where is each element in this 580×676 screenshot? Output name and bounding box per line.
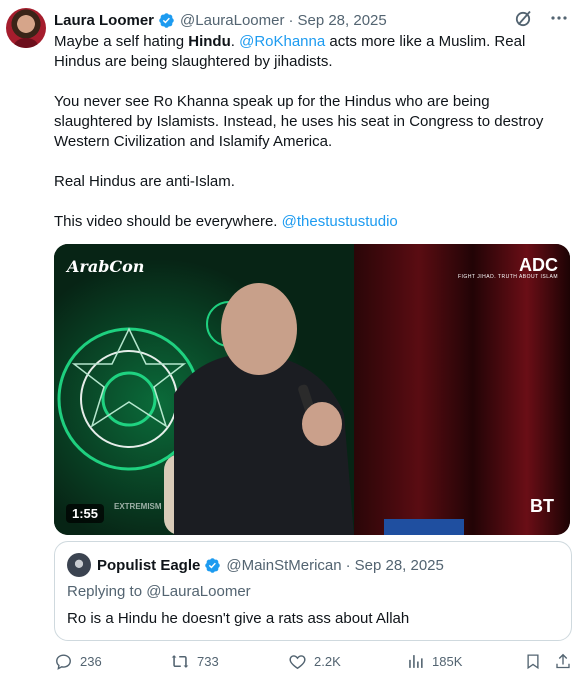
- channel-logo: BT: [530, 496, 554, 516]
- quote-avatar: [67, 553, 91, 577]
- verified-badge-icon: [159, 12, 174, 28]
- quoted-tweet[interactable]: Populist Eagle @MainStMerican · Sep 28, …: [54, 541, 572, 641]
- top-actions: [514, 8, 568, 28]
- author-handle[interactable]: @LauraLoomer: [180, 12, 284, 29]
- separator-dot: ·: [345, 556, 351, 574]
- tweet-paragraph: Maybe a self hating Hindu. @RoKhanna act…: [54, 32, 564, 72]
- adc-logo: ADC FIGHT JIHAD. TRUTH ABOUT ISLAM: [458, 256, 558, 280]
- adc-logo-subtitle: FIGHT JIHAD. TRUTH ABOUT ISLAM: [457, 274, 558, 280]
- grok-icon[interactable]: [514, 8, 534, 28]
- verified-badge-icon: [205, 557, 221, 573]
- text-run: .: [230, 33, 240, 50]
- tweet-paragraph: Real Hindus are anti-Islam.: [54, 173, 235, 190]
- replying-to: Replying to @LauraLoomer: [67, 583, 251, 600]
- tweet-header: Laura Loomer @LauraLoomer · Sep 28, 2025: [54, 10, 387, 30]
- event-logo: ArabCon: [67, 257, 145, 276]
- tweet-paragraph: This video should be everywhere. @thestu…: [54, 212, 564, 232]
- reply-icon: [56, 654, 71, 670]
- quote-header: Populist Eagle @MainStMerican · Sep 28, …: [67, 553, 444, 577]
- hashtag-bold: Hindu: [188, 33, 231, 50]
- share-button[interactable]: [554, 652, 572, 671]
- reply-button[interactable]: 236: [54, 652, 102, 671]
- text-run: Maybe a self hating: [54, 33, 189, 50]
- tweet-paragraph: You never see Ro Khanna speak up for the…: [54, 93, 544, 150]
- author-name[interactable]: Laura Loomer: [54, 12, 154, 29]
- views-button[interactable]: 185K: [406, 652, 462, 671]
- views-icon: [409, 655, 423, 668]
- like-button[interactable]: 2.2K: [288, 652, 341, 671]
- video-duration: 1:55: [66, 504, 105, 523]
- mention-link[interactable]: @RoKhanna: [239, 33, 325, 50]
- tweet-text: Maybe a self hating Hindu. @RoKhanna act…: [54, 32, 564, 232]
- like-count: 2.2K: [314, 654, 341, 669]
- views-count: 185K: [432, 654, 463, 669]
- separator-dot: ·: [288, 11, 294, 29]
- text-run: This video should be everywhere.: [54, 213, 282, 230]
- bookmark-icon: [527, 654, 539, 670]
- action-bar: 236 733 2.2K 185K: [54, 652, 572, 674]
- tweet-date[interactable]: Sep 28, 2025: [297, 12, 386, 29]
- repost-icon: [171, 655, 189, 668]
- video-player[interactable]: ArabCon ADC FIGHT JIHAD. TRUTH ABOUT ISLA…: [54, 244, 570, 535]
- video-frame: [54, 244, 570, 535]
- bookmark-button[interactable]: [524, 652, 542, 671]
- repost-count: 733: [197, 654, 219, 669]
- reply-count: 236: [80, 654, 102, 669]
- adc-logo-text: ADC: [519, 255, 558, 275]
- avatar[interactable]: [6, 8, 46, 48]
- like-icon: [289, 655, 306, 670]
- quote-author-handle: @MainStMerican: [226, 556, 342, 574]
- share-icon: [556, 653, 570, 669]
- video-watermark: EXTREMISM: [114, 502, 162, 511]
- quote-author-name: Populist Eagle: [97, 556, 201, 574]
- quote-text: Ro is a Hindu he doesn't give a rats ass…: [67, 610, 410, 627]
- mention-link[interactable]: @thestustustudio: [282, 213, 398, 230]
- quote-date: Sep 28, 2025: [354, 556, 444, 574]
- tweet: Laura Loomer @LauraLoomer · Sep 28, 2025…: [0, 0, 580, 676]
- more-icon[interactable]: [550, 9, 568, 27]
- repost-button[interactable]: 733: [170, 652, 219, 671]
